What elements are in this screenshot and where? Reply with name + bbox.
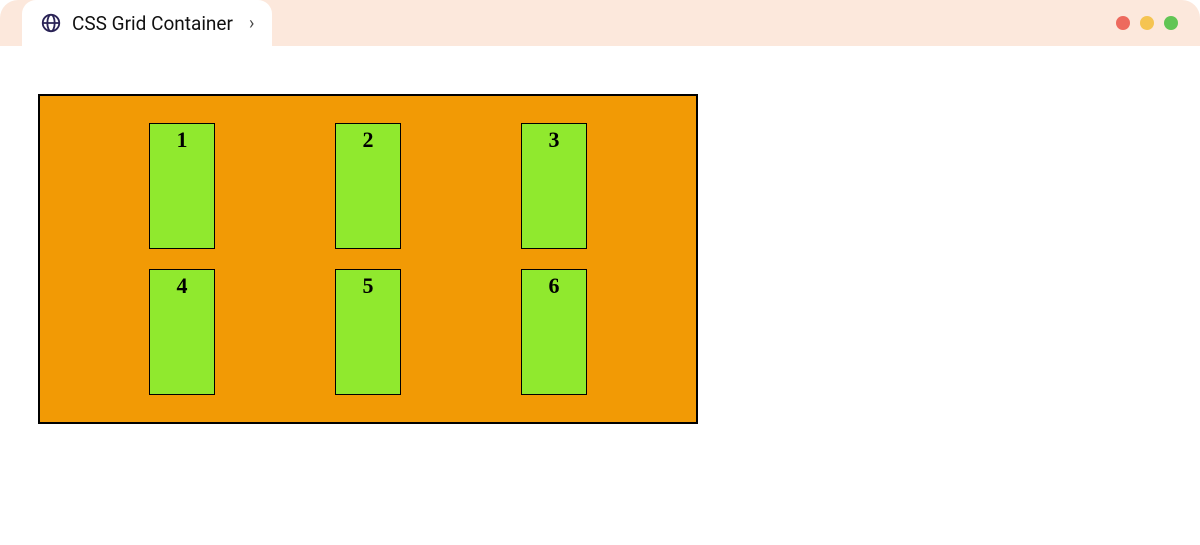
close-button[interactable] [1116,16,1130,30]
titlebar: CSS Grid Container › [0,0,1200,46]
maximize-button[interactable] [1164,16,1178,30]
grid-item: 4 [149,269,215,395]
grid-item: 3 [521,123,587,249]
grid-item: 6 [521,269,587,395]
grid-item: 2 [335,123,401,249]
tab-title: CSS Grid Container [72,12,233,35]
globe-icon [40,12,62,34]
chevron-right-icon: › [249,13,254,34]
grid-container: 1 2 3 4 5 6 [38,94,698,424]
page-content: 1 2 3 4 5 6 [0,46,1200,424]
window-controls [1116,0,1178,46]
grid-item: 1 [149,123,215,249]
browser-window: CSS Grid Container › 1 2 3 4 5 6 [0,0,1200,545]
browser-tab[interactable]: CSS Grid Container › [22,0,272,46]
grid-item: 5 [335,269,401,395]
minimize-button[interactable] [1140,16,1154,30]
